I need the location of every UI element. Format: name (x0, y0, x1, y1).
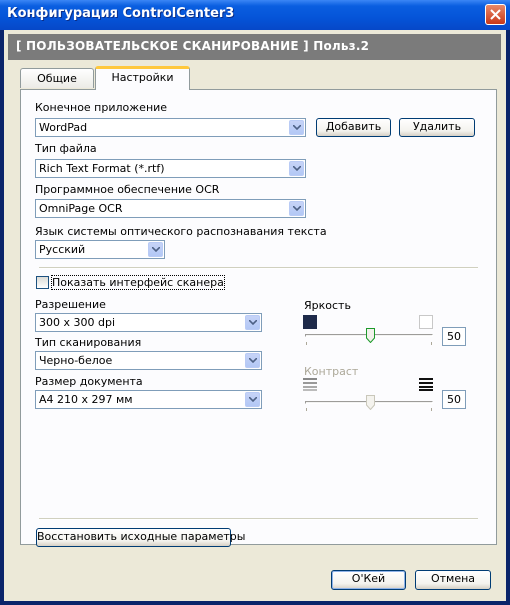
close-button[interactable] (485, 4, 506, 25)
chevron-down-icon[interactable] (245, 392, 260, 407)
config-window: Конфигурация ControlCenter3 [ ПОЛЬЗОВАТЕ… (0, 0, 510, 605)
cancel-button[interactable]: Отмена (415, 570, 491, 590)
ocr-language-value: Русский (39, 243, 86, 256)
ok-button[interactable]: О'Кей (331, 570, 406, 590)
window-title: Конфигурация ControlCenter3 (7, 6, 235, 21)
file-type-label: Тип файла (35, 142, 97, 155)
tick (431, 342, 432, 345)
tick (306, 408, 307, 411)
contrast-low-icon (303, 378, 317, 391)
window-client: [ ПОЛЬЗОВАТЕЛЬСКОЕ СКАНИРОВАНИЕ ] Польз.… (4, 30, 506, 601)
contrast-high-icon (419, 378, 433, 391)
document-size-value: A4 210 x 297 мм (39, 393, 133, 406)
scan-type-value: Черно-белое (39, 354, 113, 367)
tick (431, 408, 432, 411)
contrast-label: Контраст (304, 365, 359, 378)
header-band: [ ПОЛЬЗОВАТЕЛЬСКОЕ СКАНИРОВАНИЕ ] Польз.… (8, 34, 501, 60)
restore-defaults-button[interactable]: Восстановить исходные параметры (36, 528, 245, 547)
target-app-label: Конечное приложение (35, 101, 168, 114)
tick (306, 342, 307, 345)
show-scanner-ui-checkbox[interactable] (36, 276, 49, 289)
contrast-value-field: 50 (442, 390, 466, 409)
scan-type-label: Тип сканирования (35, 336, 142, 349)
settings-panel: Конечное приложение WordPad Добавить Уда… (20, 89, 497, 547)
title-bar[interactable]: Конфигурация ControlCenter3 (0, 0, 510, 30)
add-button[interactable]: Добавить (316, 118, 391, 137)
close-icon (490, 9, 501, 20)
chevron-down-icon[interactable] (289, 120, 304, 135)
resolution-select[interactable]: 300 x 300 dpi (35, 313, 262, 332)
chevron-down-icon[interactable] (245, 353, 260, 368)
brightness-light-icon (419, 315, 433, 329)
delete-button[interactable]: Удалить (399, 118, 475, 137)
brightness-dark-icon (303, 315, 317, 329)
ocr-software-select[interactable]: OmniPage OCR (35, 199, 306, 218)
document-size-label: Размер документа (35, 375, 143, 388)
chevron-down-icon[interactable] (289, 161, 304, 176)
scan-type-select[interactable]: Черно-белое (35, 351, 262, 370)
brightness-label: Яркость (304, 299, 351, 312)
show-scanner-ui-label[interactable]: Показать интерфейс сканера (51, 275, 225, 290)
brightness-value-field[interactable]: 50 (442, 327, 466, 346)
ocr-language-select[interactable]: Русский (35, 240, 165, 259)
target-app-select[interactable]: WordPad (35, 118, 306, 137)
brightness-slider-thumb[interactable] (366, 328, 375, 343)
target-app-value: WordPad (39, 121, 88, 134)
file-type-value: Rich Text Format (*.rtf) (39, 162, 165, 175)
chevron-down-icon[interactable] (148, 242, 163, 257)
ocr-software-label: Программное обеспечение OCR (35, 183, 220, 196)
file-type-select[interactable]: Rich Text Format (*.rtf) (35, 159, 306, 178)
contrast-slider-thumb (366, 395, 375, 410)
ocr-software-value: OmniPage OCR (39, 202, 123, 215)
resolution-label: Разрешение (35, 298, 106, 311)
tab-general[interactable]: Общие (20, 68, 94, 88)
chevron-down-icon[interactable] (289, 201, 304, 216)
chevron-down-icon[interactable] (245, 315, 260, 330)
ocr-language-label: Язык системы оптического распознавания т… (35, 225, 327, 238)
tab-settings[interactable]: Настройки (95, 66, 190, 90)
separator (39, 518, 478, 520)
header-title: [ ПОЛЬЗОВАТЕЛЬСКОЕ СКАНИРОВАНИЕ ] Польз.… (16, 39, 370, 53)
separator (39, 267, 478, 269)
document-size-select[interactable]: A4 210 x 297 мм (35, 390, 262, 409)
resolution-value: 300 x 300 dpi (39, 316, 116, 329)
